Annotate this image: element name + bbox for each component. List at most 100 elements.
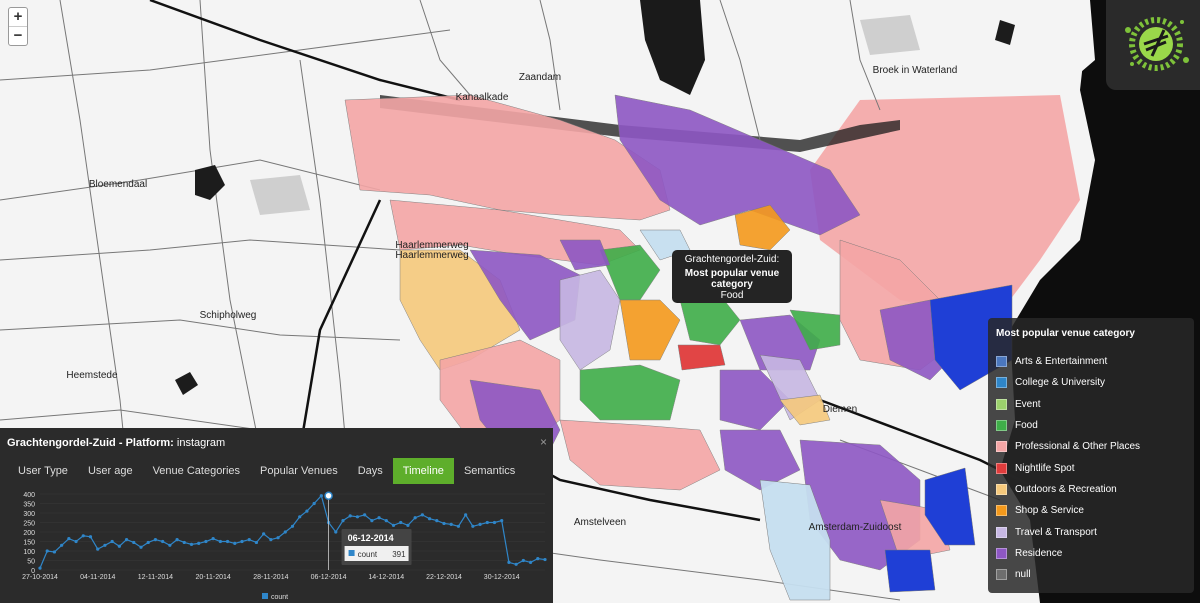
- data-point[interactable]: [197, 541, 201, 545]
- data-point[interactable]: [312, 501, 316, 506]
- data-point[interactable]: [38, 566, 42, 570]
- data-point[interactable]: [269, 538, 273, 542]
- data-point[interactable]: [52, 550, 57, 554]
- data-point[interactable]: [117, 544, 121, 548]
- data-point[interactable]: [341, 519, 345, 523]
- data-point[interactable]: [298, 515, 302, 519]
- data-point[interactable]: [81, 534, 85, 538]
- data-point[interactable]: [88, 535, 93, 539]
- zoom-in-button[interactable]: +: [9, 8, 27, 26]
- data-point[interactable]: [240, 539, 244, 544]
- data-point[interactable]: [290, 524, 295, 528]
- data-point[interactable]: [189, 542, 194, 546]
- panel-close-button[interactable]: ×: [540, 435, 547, 449]
- timeline-chart[interactable]: 05010015020025030035040027-10-2014 04-11-…: [0, 486, 553, 603]
- data-point[interactable]: [204, 539, 208, 544]
- data-point[interactable]: [427, 517, 432, 521]
- data-point[interactable]: [355, 515, 360, 519]
- hover-swatch: [348, 550, 355, 556]
- data-point[interactable]: [500, 519, 504, 523]
- data-point[interactable]: [319, 494, 323, 498]
- data-point[interactable]: [276, 536, 280, 540]
- data-point[interactable]: [182, 540, 186, 545]
- data-point[interactable]: [492, 520, 497, 525]
- data-point[interactable]: [399, 520, 403, 525]
- data-point[interactable]: [348, 514, 352, 518]
- data-point[interactable]: [74, 539, 78, 544]
- data-point[interactable]: [283, 530, 287, 534]
- legend-item[interactable]: Nightlife Spot: [996, 457, 1186, 478]
- data-point[interactable]: [305, 509, 309, 513]
- data-point[interactable]: [370, 519, 374, 523]
- data-point[interactable]: [175, 538, 179, 542]
- tab-user-age[interactable]: User age: [78, 458, 143, 484]
- data-point[interactable]: [406, 523, 410, 527]
- tab-semantics[interactable]: Semantics: [454, 458, 525, 484]
- data-point[interactable]: [334, 530, 338, 534]
- hover-date: 06-12-2014: [348, 533, 394, 543]
- data-point[interactable]: [528, 560, 533, 564]
- data-point[interactable]: [456, 524, 461, 528]
- data-point[interactable]: [110, 539, 114, 544]
- legend-item[interactable]: Professional & Other Places: [996, 436, 1186, 457]
- data-point[interactable]: [391, 523, 396, 527]
- legend-item[interactable]: Residence: [996, 543, 1186, 564]
- data-point[interactable]: [521, 558, 525, 563]
- data-point[interactable]: [124, 538, 129, 542]
- legend-item[interactable]: Arts & Entertainment: [996, 351, 1186, 372]
- data-point[interactable]: [413, 516, 417, 520]
- data-point[interactable]: [45, 549, 49, 553]
- data-point[interactable]: [103, 543, 107, 547]
- data-point[interactable]: [225, 539, 230, 544]
- data-point[interactable]: [153, 538, 158, 542]
- data-point[interactable]: [485, 520, 489, 525]
- legend-item[interactable]: Travel & Transport: [996, 521, 1186, 542]
- data-point[interactable]: [139, 545, 143, 549]
- data-point[interactable]: [471, 524, 475, 528]
- data-point[interactable]: [435, 519, 439, 523]
- legend-swatch: [996, 569, 1007, 581]
- data-point[interactable]: [132, 540, 136, 545]
- chart-legend[interactable]: count: [262, 593, 288, 601]
- data-point[interactable]: [96, 547, 100, 551]
- data-point[interactable]: [218, 539, 222, 544]
- x-tick-label: 12-11-2014: [138, 574, 173, 581]
- tab-user-type[interactable]: User Type: [8, 458, 78, 484]
- tab-timeline[interactable]: Timeline: [392, 458, 454, 484]
- data-point[interactable]: [247, 538, 251, 542]
- legend-item[interactable]: Outdoors & Recreation: [996, 479, 1186, 500]
- data-point[interactable]: [377, 516, 381, 520]
- legend-item[interactable]: Shop & Service: [996, 500, 1186, 521]
- data-point[interactable]: [420, 513, 424, 517]
- data-point[interactable]: [233, 541, 237, 545]
- legend-item[interactable]: College & University: [996, 372, 1186, 393]
- data-point[interactable]: [146, 540, 150, 545]
- y-tick-label: 50: [27, 559, 35, 566]
- data-point[interactable]: [543, 557, 547, 562]
- zoom-out-button[interactable]: −: [9, 26, 27, 45]
- y-tick-label: 250: [23, 521, 35, 528]
- data-point[interactable]: [464, 513, 468, 517]
- tab-days[interactable]: Days: [348, 458, 393, 484]
- data-point[interactable]: [161, 539, 165, 544]
- data-point[interactable]: [536, 557, 540, 561]
- legend-item[interactable]: Food: [996, 415, 1186, 436]
- data-point[interactable]: [254, 540, 259, 545]
- legend-item[interactable]: null: [996, 564, 1186, 585]
- data-point[interactable]: [60, 543, 64, 547]
- data-point[interactable]: [478, 522, 482, 526]
- data-point[interactable]: [363, 513, 367, 517]
- data-point[interactable]: [168, 543, 172, 547]
- data-point[interactable]: [211, 537, 215, 541]
- tab-venue-categories[interactable]: Venue Categories: [143, 458, 250, 484]
- data-point[interactable]: [442, 521, 446, 526]
- data-point[interactable]: [384, 519, 388, 523]
- tab-popular-venues[interactable]: Popular Venues: [250, 458, 348, 484]
- data-point[interactable]: [507, 560, 511, 564]
- x-tick-label: 28-11-2014: [253, 574, 288, 581]
- data-point[interactable]: [449, 522, 453, 526]
- data-point[interactable]: [67, 537, 71, 541]
- legend-item[interactable]: Event: [996, 394, 1186, 415]
- data-point[interactable]: [514, 562, 518, 566]
- data-point[interactable]: [262, 532, 266, 536]
